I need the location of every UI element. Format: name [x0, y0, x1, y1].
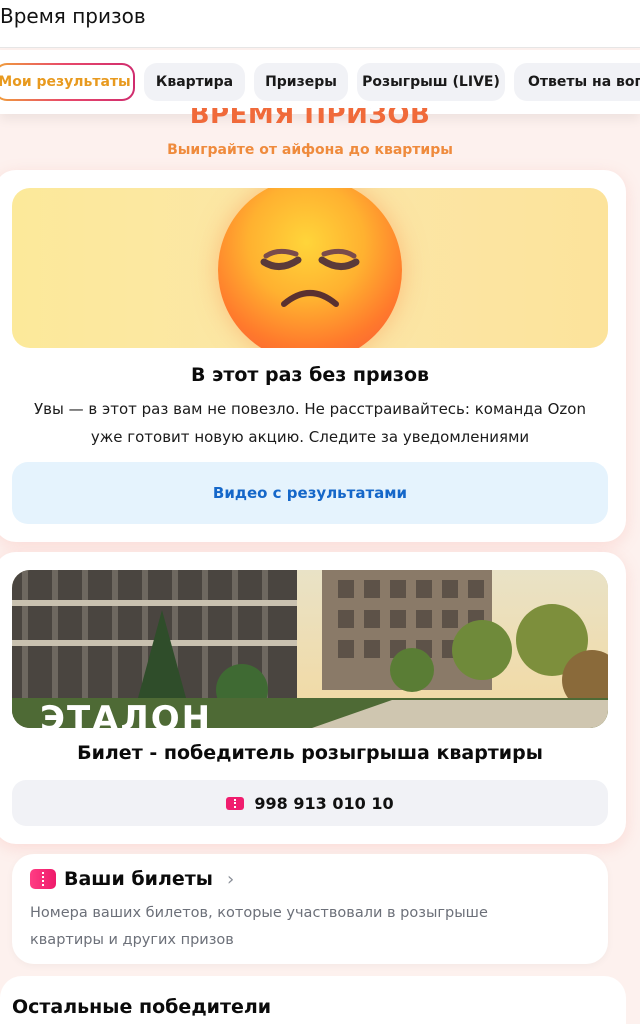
ticket-icon — [30, 869, 56, 889]
results-video-button[interactable]: Видео с результатами — [12, 462, 608, 524]
your-tickets-description: Номера ваших билетов, которые участвовал… — [30, 905, 488, 948]
apartment-card: ЭТАЛОН Билет - победитель розыгрыша квар… — [0, 552, 626, 844]
tab-apartment[interactable]: Квартира — [144, 63, 245, 101]
winning-ticket-box: 998 913 010 10 — [12, 780, 608, 826]
apartment-complex-photo: ЭТАЛОН — [12, 570, 608, 728]
tab-live-draw[interactable]: Розыгрыш (LIVE) — [357, 63, 505, 101]
apartment-photo-caption: ЭТАЛОН — [40, 699, 212, 728]
result-text-line1: Увы — в этот раз вам не повезло. Не расс… — [34, 400, 586, 418]
your-tickets-header[interactable]: Ваши билеты › — [30, 868, 234, 890]
tab-faq[interactable]: Ответы на вопр — [514, 63, 640, 101]
apartment-heading: Билет - победитель розыгрыша квартиры — [77, 742, 543, 764]
winning-ticket-number: 998 913 010 10 — [254, 793, 394, 813]
result-card: В этот раз без призов Увы — в этот раз в… — [0, 170, 626, 542]
other-winners-card: Остальные победители — [0, 976, 626, 1024]
tab-my-results[interactable]: Мои результаты — [0, 63, 135, 101]
promo-title: ВРЕМЯ ПРИЗОВ — [189, 108, 431, 130]
chevron-right-icon: › — [227, 868, 235, 890]
your-tickets-title: Ваши билеты — [64, 868, 213, 890]
other-winners-heading: Остальные победители — [12, 996, 272, 1018]
top-bar: Время призов — [0, 0, 640, 48]
result-heading: В этот раз без призов — [190, 364, 430, 386]
your-tickets-card[interactable]: Ваши билеты › Номера ваших билетов, кото… — [12, 854, 608, 964]
ticket-icon — [226, 796, 245, 810]
tab-bar: Мои результаты Квартира Призеры Розыгрыш… — [0, 50, 640, 114]
tab-winners[interactable]: Призеры — [254, 63, 348, 101]
promo-subtitle: Выиграйте от айфона до квартиры — [167, 142, 453, 158]
page-title: Время призов — [0, 4, 146, 28]
result-hero-image — [12, 188, 608, 348]
result-text-line2: уже готовит новую акцию. Следите за увед… — [90, 428, 530, 446]
sad-face-emoji-icon — [218, 188, 402, 348]
